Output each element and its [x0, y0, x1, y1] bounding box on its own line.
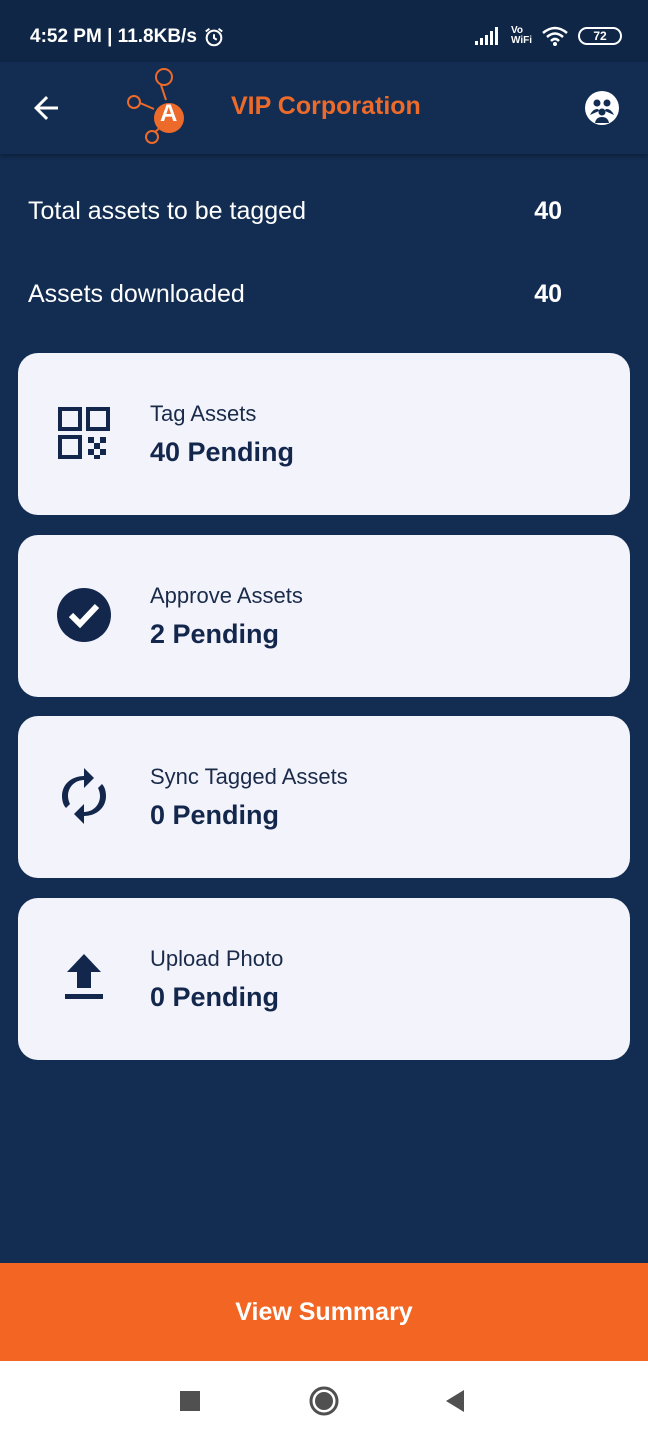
approve-assets-card[interactable]: Approve Assets 2 Pending: [18, 535, 630, 697]
status-left: 4:52 PM | 11.8KB/s: [30, 26, 225, 48]
status-right: Vo WiFi 72: [474, 25, 622, 46]
back-triangle-icon[interactable]: [436, 1381, 476, 1421]
summary-row-downloaded: Assets downloaded 40: [28, 280, 562, 309]
card-title: Approve Assets: [150, 583, 303, 608]
group-icon[interactable]: [584, 90, 620, 126]
card-title: Sync Tagged Assets: [150, 764, 348, 789]
card-count: 40 Pending: [150, 437, 295, 467]
app-bar: A VIP Corporation: [0, 62, 648, 154]
qr-code-icon: [58, 407, 110, 459]
signal-icon: [474, 27, 498, 45]
page-title: VIP Corporation: [231, 92, 421, 120]
summary-row-total: Total assets to be tagged 40: [28, 197, 562, 226]
card-count: 0 Pending: [150, 800, 280, 830]
status-time-speed: 4:52 PM | 11.8KB/s: [30, 26, 197, 47]
upload-photo-card[interactable]: Upload Photo 0 Pending: [18, 898, 630, 1060]
card-count: 0 Pending: [150, 982, 280, 1012]
sync-tagged-assets-card[interactable]: Sync Tagged Assets 0 Pending: [18, 716, 630, 878]
card-title: Upload Photo: [150, 946, 284, 971]
summary-value: 40: [534, 280, 562, 308]
logo-letter: A: [160, 100, 178, 127]
summary-label: Total assets to be tagged: [28, 197, 306, 225]
back-arrow-icon[interactable]: [28, 90, 64, 126]
battery-indicator: 72: [578, 27, 622, 45]
check-circle-icon: [57, 588, 111, 642]
wifi-icon: [542, 26, 568, 46]
summary-value: 40: [534, 197, 562, 225]
navigation-bar: [0, 1361, 648, 1440]
view-summary-button[interactable]: View Summary: [0, 1263, 648, 1361]
status-bar: 4:52 PM | 11.8KB/s Vo WiFi 72: [0, 0, 648, 62]
vowifi-label: Vo WiFi: [510, 25, 532, 46]
summary-label: Assets downloaded: [28, 280, 245, 308]
card-count: 2 Pending: [150, 619, 280, 649]
upload-icon: [65, 954, 103, 999]
app-logo-icon: [127, 68, 184, 144]
alarm-icon: [205, 27, 223, 47]
sync-icon: [62, 768, 106, 824]
home-circle-icon[interactable]: [304, 1381, 344, 1421]
recents-square-icon[interactable]: [170, 1381, 210, 1421]
card-title: Tag Assets: [150, 401, 257, 426]
tag-assets-card[interactable]: Tag Assets 40 Pending: [18, 353, 630, 515]
